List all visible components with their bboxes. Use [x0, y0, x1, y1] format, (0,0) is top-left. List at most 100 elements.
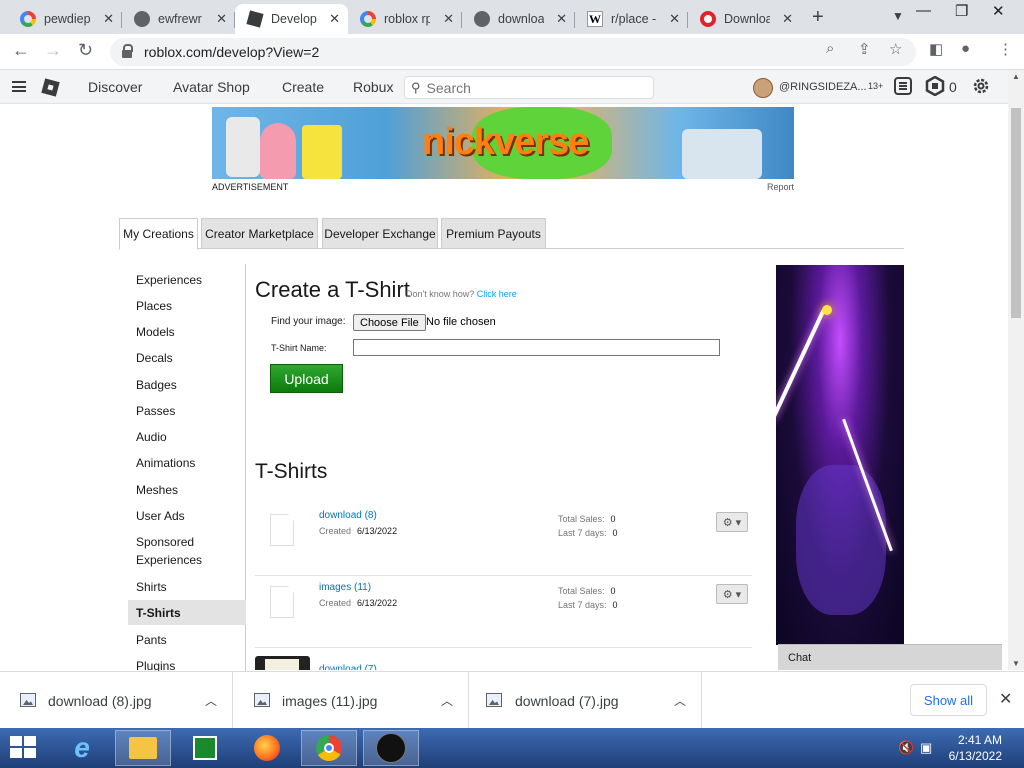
side-panel-icon[interactable]: ◧ — [929, 40, 943, 58]
item-thumbnail[interactable] — [270, 514, 294, 546]
window-close-icon[interactable]: ✕ — [992, 2, 1005, 20]
chat-bar[interactable]: Chat — [778, 644, 1002, 670]
chevron-up-icon[interactable]: ︿ — [441, 692, 453, 709]
internet-explorer-icon[interactable]: e — [54, 730, 110, 766]
store-icon[interactable] — [177, 730, 233, 766]
menu-item-user-ads[interactable]: User Ads — [136, 507, 185, 525]
menu-item-places[interactable]: Places — [136, 297, 172, 315]
close-icon[interactable]: ✕ — [999, 689, 1012, 709]
browser-tab-active[interactable]: Develop ✕ — [235, 4, 348, 34]
side-ad-image[interactable] — [776, 265, 904, 645]
ad-banner[interactable]: nickverse — [212, 107, 794, 179]
page-scrollbar[interactable]: ▲ ▼ — [1008, 70, 1024, 670]
download-filename[interactable]: download (7).jpg — [515, 693, 619, 709]
windows-start-icon[interactable] — [10, 736, 38, 760]
chevron-up-icon[interactable]: ︿ — [674, 692, 686, 709]
bookmark-star-icon[interactable]: ☆ — [889, 40, 902, 58]
profile-avatar-icon[interactable]: ● — [961, 40, 970, 57]
file-explorer-icon[interactable] — [115, 730, 171, 766]
zoom-icon[interactable]: ⌕ — [826, 40, 834, 57]
tab-my-creations[interactable]: My Creations — [119, 218, 198, 250]
scrollbar-thumb[interactable] — [1011, 108, 1021, 318]
menu-item-animations[interactable]: Animations — [136, 454, 195, 472]
settings-gear-icon[interactable] — [971, 76, 991, 96]
close-icon[interactable]: ✕ — [782, 11, 793, 27]
close-icon[interactable]: ✕ — [443, 11, 454, 27]
chevron-down-icon[interactable]: ▼ — [892, 9, 904, 23]
choose-file-button[interactable]: Choose File — [353, 314, 426, 331]
forward-arrow-icon[interactable]: → — [44, 40, 62, 61]
robux-icon[interactable] — [925, 76, 945, 96]
scroll-down-arrow-icon[interactable]: ▼ — [1012, 659, 1020, 668]
help-link[interactable]: Click here — [477, 289, 517, 299]
item-thumbnail[interactable] — [270, 586, 294, 618]
search-input[interactable] — [426, 79, 627, 96]
more-menu-icon[interactable]: ⋮ — [998, 40, 1013, 58]
robux-count[interactable]: 0 — [949, 79, 957, 95]
volume-muted-icon[interactable]: 🔇 — [898, 740, 914, 756]
minimize-icon[interactable]: — — [916, 2, 931, 19]
ad-report-link[interactable]: Report — [767, 182, 794, 192]
menu-item-audio[interactable]: Audio — [136, 428, 167, 446]
download-item[interactable]: download (7).jpg ︿ — [469, 672, 702, 729]
download-filename[interactable]: images (11).jpg — [282, 693, 377, 709]
menu-item-pants[interactable]: Pants — [136, 631, 167, 649]
tab-premium-payouts[interactable]: Premium Payouts — [441, 218, 546, 249]
browser-tab[interactable]: W r/place - ✕ — [575, 4, 688, 34]
menu-item-meshes[interactable]: Meshes — [136, 481, 178, 499]
menu-item-badges[interactable]: Badges — [136, 376, 177, 394]
hamburger-menu-icon[interactable] — [12, 81, 26, 92]
menu-item-experiences[interactable]: Experiences — [136, 271, 202, 289]
upload-button[interactable]: Upload — [270, 364, 343, 393]
menu-item-passes[interactable]: Passes — [136, 402, 175, 420]
close-icon[interactable]: ✕ — [556, 11, 567, 27]
app-icon[interactable] — [363, 730, 419, 766]
browser-tab[interactable]: roblox rp ✕ — [348, 4, 462, 34]
download-filename[interactable]: download (8).jpg — [48, 693, 152, 709]
new-tab-plus-icon[interactable]: + — [812, 6, 824, 29]
username[interactable]: @RINGSIDEZA... — [779, 81, 867, 93]
tab-creator-marketplace[interactable]: Creator Marketplace — [201, 218, 318, 249]
reload-icon[interactable]: ↻ — [78, 40, 93, 61]
nav-create[interactable]: Create — [282, 79, 324, 95]
roblox-logo-icon[interactable] — [41, 78, 60, 97]
tab-developer-exchange[interactable]: Developer Exchange — [322, 218, 438, 249]
close-icon[interactable]: ✕ — [669, 11, 680, 27]
lock-icon[interactable] — [122, 44, 133, 58]
scroll-up-arrow-icon[interactable]: ▲ — [1012, 72, 1020, 81]
back-arrow-icon[interactable]: ← — [12, 40, 30, 61]
share-icon[interactable]: ⇪ — [858, 40, 871, 58]
nav-discover[interactable]: Discover — [88, 79, 142, 95]
close-icon[interactable]: ✕ — [103, 11, 114, 27]
close-icon[interactable]: ✕ — [329, 11, 340, 27]
close-icon[interactable]: ✕ — [216, 11, 227, 27]
network-icon[interactable]: ▣ — [920, 740, 932, 756]
url-text[interactable]: roblox.com/develop?View=2 — [144, 44, 319, 60]
browser-tab[interactable]: pewdiep ✕ — [8, 4, 122, 34]
notifications-list-icon[interactable] — [893, 76, 913, 96]
download-item[interactable]: images (11).jpg ︿ — [236, 672, 469, 729]
browser-tab[interactable]: ewfrewr ✕ — [122, 4, 235, 34]
download-item[interactable]: download (8).jpg ︿ — [0, 672, 233, 729]
show-all-button[interactable]: Show all — [910, 684, 987, 716]
menu-item-tshirts[interactable]: T-Shirts — [128, 600, 246, 625]
restore-icon[interactable]: ❐ — [955, 2, 968, 20]
chevron-up-icon[interactable]: ︿ — [205, 692, 217, 709]
menu-item-models[interactable]: Models — [136, 323, 175, 341]
address-bar[interactable]: roblox.com/develop?View=2 — [110, 38, 916, 66]
item-thumbnail[interactable] — [255, 656, 310, 670]
menu-item-sponsored-experiences[interactable]: Sponsored Experiences — [136, 533, 216, 569]
menu-item-shirts[interactable]: Shirts — [136, 578, 167, 596]
item-name-link[interactable]: download (8) — [319, 510, 377, 521]
browser-tab[interactable]: Downloa ✕ — [688, 4, 801, 34]
item-name-link[interactable]: download (7) — [319, 664, 377, 670]
search-box[interactable]: ⚲ — [404, 76, 654, 99]
avatar[interactable] — [753, 78, 773, 98]
menu-item-decals[interactable]: Decals — [136, 349, 173, 367]
browser-tab[interactable]: downloa ✕ — [462, 4, 575, 34]
item-settings-gear-button[interactable]: ⚙ ▾ — [716, 512, 748, 532]
tshirt-name-input[interactable] — [353, 339, 720, 356]
nav-robux[interactable]: Robux — [353, 79, 393, 95]
firefox-icon[interactable] — [239, 730, 295, 766]
system-clock[interactable]: 2:41 AM 6/13/2022 — [946, 732, 1002, 764]
